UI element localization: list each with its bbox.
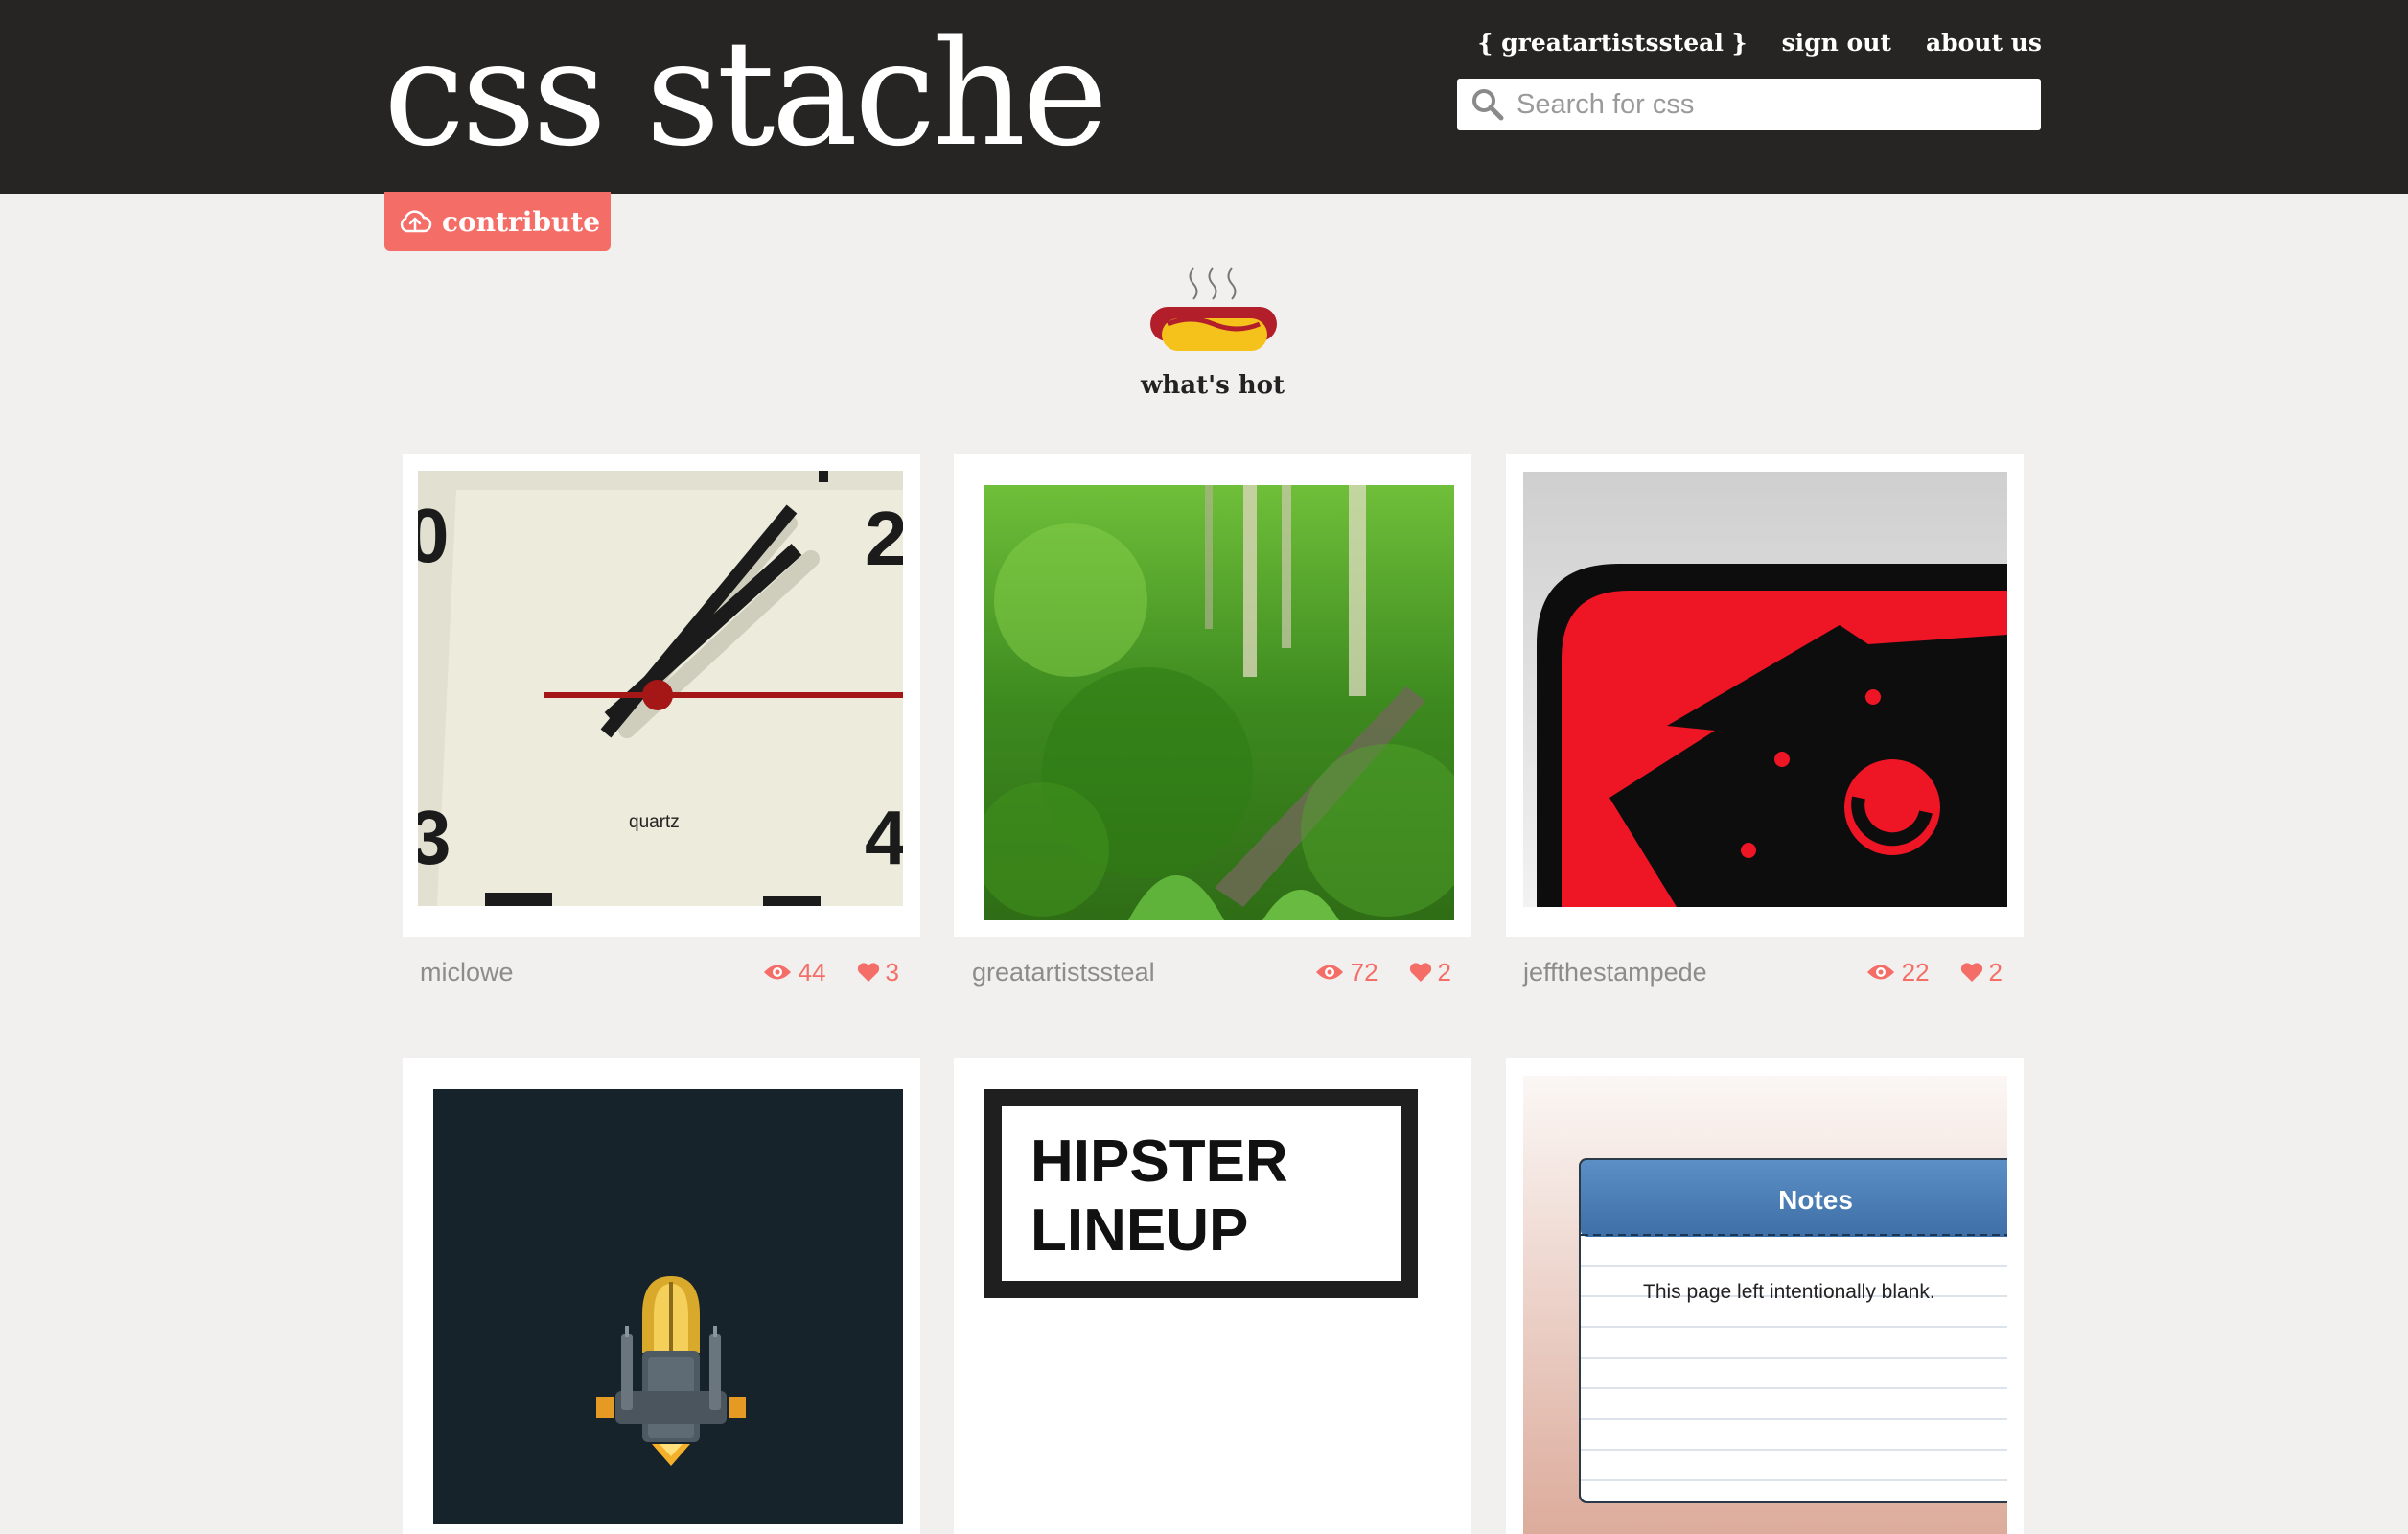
whats-hot-label: what's hot [1140, 371, 1285, 400]
gallery-card[interactable]: 0 3 2 4 quartz [403, 454, 920, 937]
gallery-card[interactable] [403, 1058, 920, 1534]
heart-icon[interactable] [857, 962, 880, 983]
eye-icon [1866, 965, 1894, 980]
card-username[interactable]: jeffthestampede [1523, 958, 1707, 988]
card-stats: 72 2 [1314, 958, 1451, 988]
like-count: 2 [1437, 957, 1451, 987]
view-count: 22 [1901, 957, 1930, 987]
thumbnail-camera-icon[interactable] [1523, 472, 2007, 907]
svg-text:2: 2 [865, 496, 903, 581]
whats-hot-section: what's hot [1122, 259, 1304, 400]
card-meta: miclowe 44 3 [420, 953, 899, 991]
like-count: 2 [1988, 957, 2003, 987]
hot-dog-icon [1150, 267, 1277, 351]
card-stats: 44 3 [762, 958, 899, 988]
card-username[interactable]: miclowe [420, 958, 514, 988]
view-count: 72 [1350, 957, 1378, 987]
thumbnail-notes[interactable]: Notes This page left intentionally blank… [1523, 1076, 2007, 1534]
notes-text: This page left intentionally blank. [1643, 1281, 1935, 1303]
search-icon [1472, 89, 1504, 121]
thumbnail-caption: HIPSTER LINEUP [1030, 1128, 1288, 1264]
heart-icon[interactable] [1960, 962, 1983, 983]
site-header: css stache { greatartistssteal } sign ou… [0, 0, 2408, 194]
like-count: 3 [885, 957, 899, 987]
nav-about-us[interactable]: about us [1926, 29, 2042, 57]
search-input[interactable] [1517, 88, 2034, 121]
thumbnail-caption: quartz [629, 812, 680, 832]
thumbnail-hipster-lineup[interactable]: HIPSTER LINEUP [984, 1089, 1418, 1298]
gallery-card[interactable]: HIPSTER LINEUP [954, 1058, 1471, 1534]
gallery-card[interactable] [954, 454, 1471, 937]
card-stats: 22 2 [1865, 958, 2003, 988]
site-logo[interactable]: css stache [383, 17, 1108, 171]
view-count: 44 [798, 957, 826, 987]
eye-icon [1315, 965, 1343, 980]
notes-title: Notes [1778, 1185, 1853, 1215]
nav-greatartistssteal[interactable]: { greatartistssteal } [1477, 29, 1747, 57]
gallery-card[interactable] [1506, 454, 2024, 937]
card-meta: greatartistssteal 72 2 [972, 953, 1451, 991]
gallery-card[interactable]: Notes This page left intentionally blank… [1506, 1058, 2024, 1534]
svg-text:0: 0 [418, 493, 450, 578]
thumbnail-forest[interactable] [984, 485, 1454, 920]
thumbnail-clock[interactable]: 0 3 2 4 quartz [418, 471, 903, 906]
svg-text:4: 4 [865, 795, 903, 880]
top-nav: { greatartistssteal } sign out about us [1477, 29, 2042, 57]
search-box[interactable] [1457, 79, 2041, 130]
card-meta: jeffthestampede 22 2 [1523, 953, 2003, 991]
eye-icon [763, 965, 791, 980]
card-username[interactable]: greatartistssteal [972, 958, 1155, 988]
thumbnail-rocket[interactable] [433, 1089, 903, 1524]
svg-text:3: 3 [418, 795, 452, 880]
nav-sign-out[interactable]: sign out [1782, 29, 1891, 57]
contribute-button[interactable]: contribute [384, 192, 611, 251]
heart-icon[interactable] [1409, 962, 1432, 983]
cloud-upload-icon [400, 210, 432, 233]
contribute-label: contribute [442, 205, 601, 238]
